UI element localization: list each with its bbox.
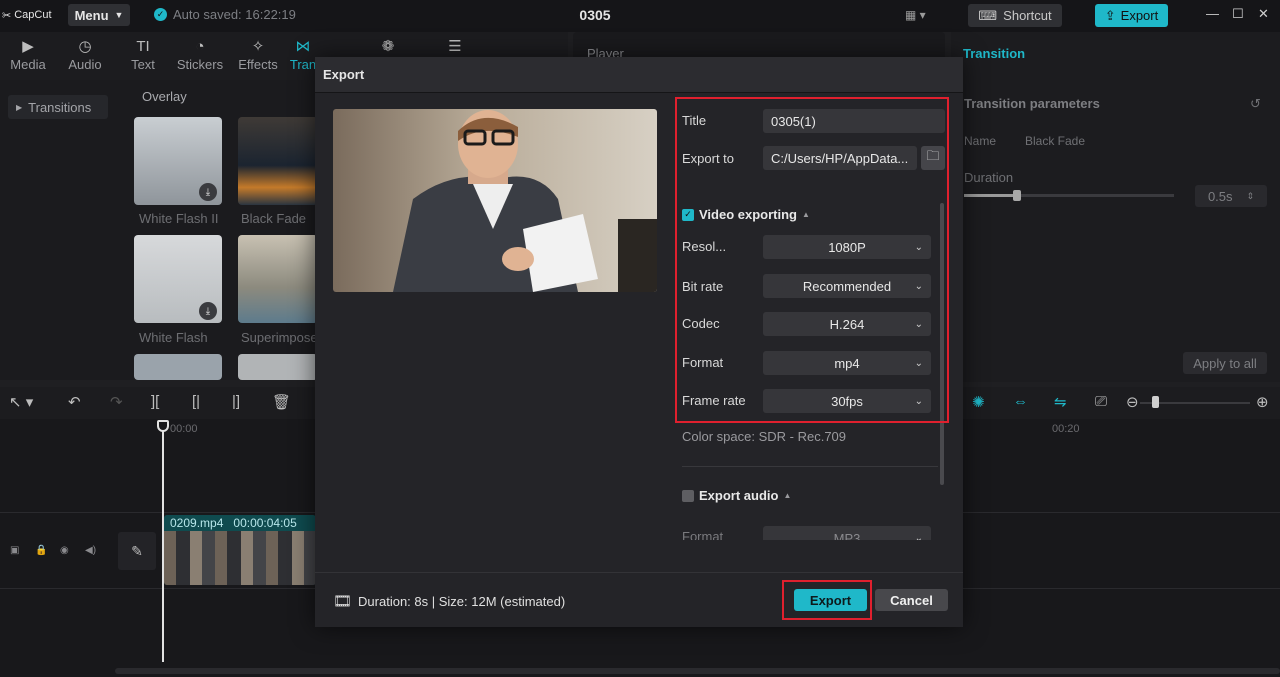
name-value: Black Fade (1025, 134, 1086, 148)
preview-axis-icon[interactable]: ⎚ (1095, 393, 1107, 410)
minimize-icon[interactable]: — (1206, 6, 1219, 21)
reset-icon[interactable]: ↺ (1250, 96, 1261, 112)
maximize-icon[interactable]: ☐ (1232, 6, 1244, 22)
transition-label: White Flash II (139, 211, 219, 226)
duration-input[interactable]: 0.5s ⇕ (1195, 185, 1267, 207)
edit-cover-icon[interactable]: ✎ (118, 532, 156, 570)
download-icon[interactable]: ⤓ (199, 302, 217, 320)
transition-thumb[interactable] (238, 117, 318, 205)
shortcut-button[interactable]: ⌨ Shortcut (968, 4, 1062, 27)
transition-thumb[interactable] (238, 235, 318, 323)
caret-up-icon: ▲ (783, 491, 792, 500)
stickers-icon: ◔ (195, 37, 205, 55)
film-icon: 🎞 (333, 593, 353, 610)
transition-label: Black Fade (241, 211, 307, 226)
transition-label: Superimpose (241, 330, 318, 345)
duration-slider[interactable] (964, 194, 1174, 197)
transition-label: White Flash (139, 330, 208, 345)
playhead-handle[interactable] (157, 420, 169, 432)
ruler-time: 00:20 (1052, 423, 1080, 435)
audio-format-row: Format MP3 ⌄ (675, 520, 945, 540)
ruler-time: 00:00 (170, 423, 198, 435)
cover-icon[interactable]: ▣ (10, 545, 19, 556)
close-icon[interactable]: ✕ (1258, 6, 1269, 22)
name-label: Name (964, 134, 997, 148)
keyboard-icon: ⌨ (978, 7, 998, 23)
caret-right-icon: ▶ (16, 102, 23, 112)
transition-parameters-heading: Transition parameters (964, 96, 1100, 111)
audio-format-select[interactable]: MP3 ⌄ (763, 526, 931, 540)
clip-filmstrip (164, 531, 316, 585)
export-top-button[interactable]: ⇪ Export (1095, 4, 1168, 27)
export-dialog-title: Export (323, 67, 365, 82)
speaker-icon[interactable]: ◀) (85, 545, 96, 556)
download-icon[interactable]: ⤓ (199, 183, 217, 201)
upload-icon: ⇪ (1104, 7, 1116, 23)
tab-audio[interactable]: ◷ Audio (57, 35, 113, 75)
link-icon[interactable]: ⇔ (1013, 393, 1028, 410)
audio-icon: ◷ (78, 38, 92, 55)
snap-icon[interactable]: ✺ (972, 393, 985, 411)
category-overlay: Overlay (142, 89, 187, 104)
chevron-down-icon: ⌄ (914, 532, 923, 541)
highlight-settings-box (675, 97, 949, 423)
menu-button[interactable]: Menu ▼ (68, 4, 130, 26)
adjust-icon: ☰ (448, 38, 462, 55)
audio-format-label: Format (682, 529, 724, 540)
align-icon[interactable]: ⇋ (1054, 393, 1067, 411)
delete-icon[interactable]: 🗑 (272, 393, 291, 411)
eye-icon[interactable]: ◉ (60, 545, 69, 556)
sidebar-item-transitions[interactable]: ▶ Transitions (8, 95, 108, 119)
cancel-button[interactable]: Cancel (875, 589, 948, 611)
split-icon[interactable]: ][ (151, 393, 159, 410)
layout-icon[interactable]: ▦ ▾ (905, 8, 935, 24)
autosave-status: ✓ Auto saved: 16:22:19 (154, 7, 296, 22)
capcut-logo: ✂ CapCut (2, 9, 52, 22)
trim-left-icon[interactable]: [| (192, 393, 200, 410)
transition-panel-title: Transition (963, 46, 1026, 61)
tab-stickers[interactable]: ◔ Stickers (172, 35, 228, 75)
timeline-scrollbar[interactable] (115, 668, 1280, 674)
stepper-icon: ⇕ (1246, 190, 1255, 201)
zoom-out-icon[interactable]: ⊖ (1126, 393, 1139, 411)
effects-icon: ✧ (251, 38, 265, 55)
select-tool-icon[interactable]: ↖ ▾ (9, 393, 33, 411)
export-duration-size: 🎞 Duration: 8s | Size: 12M (estimated) (333, 593, 566, 610)
zoom-in-icon[interactable]: ⊕ (1256, 393, 1269, 411)
tab-text[interactable]: TI Text (115, 35, 171, 75)
apply-to-all-button[interactable]: Apply to all (1183, 352, 1267, 374)
right-panel (951, 32, 1280, 382)
chevron-down-icon: ▼ (114, 10, 124, 20)
media-icon: ▶ (22, 38, 34, 55)
project-title: 0305 (579, 7, 611, 23)
transitions-icon: ⋈ (295, 38, 311, 55)
filters-icon: ❁ (381, 38, 395, 55)
duration-label: Duration (964, 170, 1014, 185)
highlight-export-button (782, 580, 872, 620)
audio-export-checkbox[interactable] (682, 489, 694, 502)
playhead[interactable] (162, 422, 164, 662)
text-icon: TI (136, 37, 150, 55)
preview-illustration (333, 109, 657, 292)
color-space-info: Color space: SDR - Rec.709 (682, 429, 847, 444)
export-preview-image (333, 109, 657, 292)
export-audio-section[interactable]: Export audio ▲ (682, 488, 791, 503)
undo-icon[interactable]: ↶ (68, 393, 81, 411)
export-dialog-header (315, 57, 963, 93)
tab-media[interactable]: ▶ Media (0, 35, 56, 75)
tab-transitions[interactable]: ⋈ Tran (288, 35, 318, 75)
section-divider (682, 466, 938, 467)
transition-thumb[interactable] (238, 354, 318, 380)
lock-icon[interactable]: 🔒 (35, 545, 47, 556)
duration-slider-knob[interactable] (1013, 190, 1021, 201)
transition-thumb[interactable] (134, 354, 222, 380)
redo-icon[interactable]: ↷ (110, 393, 123, 411)
clip-label: 0209.mp4 00:00:04:05 (170, 516, 297, 530)
tab-effects[interactable]: ✧ Effects (230, 35, 286, 75)
trim-right-icon[interactable]: |] (232, 393, 240, 410)
capcut-logo-icon: ✂ (2, 9, 12, 22)
zoom-slider-knob[interactable] (1152, 396, 1159, 408)
check-circle-icon: ✓ (154, 8, 167, 21)
